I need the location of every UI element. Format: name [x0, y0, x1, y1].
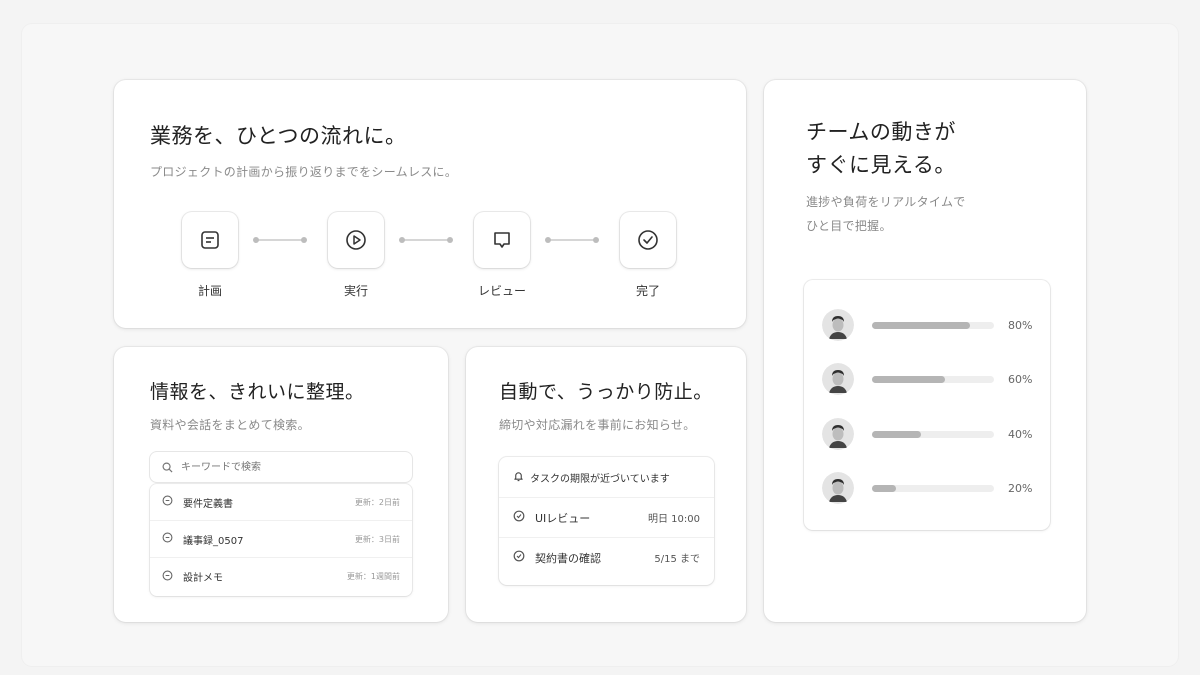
- search-icon: [162, 458, 173, 477]
- progress-label: 60%: [1008, 372, 1033, 386]
- file-icon: [162, 532, 173, 546]
- task-name: UIレビュー: [535, 511, 591, 525]
- chat-bubble-icon: [474, 212, 530, 268]
- play-icon: [328, 212, 384, 268]
- workflow-card: 業務を、ひとつの流れに。 プロジェクトの計画から振り返りまでをシームレスに。 計…: [114, 80, 746, 328]
- list-item[interactable]: 議事録_0507 更新：3日前: [150, 521, 412, 558]
- document-name: 設計メモ: [183, 573, 223, 584]
- progress-fill: [872, 430, 921, 438]
- progress-label: 80%: [1008, 318, 1033, 332]
- task-name: 契約書の確認: [535, 551, 601, 565]
- progress-label: 40%: [1008, 427, 1033, 441]
- task-due: 5/15 まで: [654, 554, 700, 565]
- member-row[interactable]: 80%: [822, 308, 1036, 342]
- step-review[interactable]: レビュー: [462, 212, 542, 299]
- notice-title: タスクの期限が近づいています: [530, 473, 670, 485]
- team-progress-list: 80% 60% 40% 20%: [804, 280, 1050, 530]
- deadline-notice: タスクの期限が近づいています UIレビュー 明日 10:00 契約書の確認 5/…: [499, 457, 714, 585]
- avatar: [822, 309, 854, 341]
- list-item[interactable]: 要件定義書 更新：2日前: [150, 484, 412, 521]
- team-card: チームの動きが すぐに見える。 進捗や負荷をリアルタイムで ひと目で把握。 80…: [764, 80, 1086, 622]
- step-execute[interactable]: 実行: [316, 212, 396, 299]
- progress-label: 20%: [1008, 481, 1033, 495]
- member-row[interactable]: 60%: [822, 362, 1036, 396]
- step-complete[interactable]: 完了: [608, 212, 688, 299]
- document-list: 要件定義書 更新：2日前 議事録_0507 更新：3日前 設計メモ 更新：1週間…: [150, 484, 412, 596]
- task-item[interactable]: UIレビュー 明日 10:00: [499, 497, 714, 537]
- file-icon: [162, 570, 173, 584]
- search-input[interactable]: [179, 460, 383, 474]
- task-item[interactable]: 契約書の確認 5/15 まで: [499, 537, 714, 577]
- progress-bar: [872, 484, 994, 492]
- member-row[interactable]: 20%: [822, 471, 1036, 505]
- team-title-line: チームの動きが: [806, 120, 956, 144]
- task-due: 明日 10:00: [648, 514, 700, 525]
- document-icon: [182, 212, 238, 268]
- document-updated: 更新：2日前: [354, 497, 400, 507]
- search-box[interactable]: [150, 452, 412, 482]
- task-check-icon: [513, 550, 525, 565]
- progress-fill: [872, 321, 970, 329]
- automation-card: 自動で、うっかり防止。 締切や対応漏れを事前にお知らせ。 タスクの期限が近づいて…: [466, 347, 746, 622]
- step-label: 完了: [635, 284, 660, 298]
- workflow-subtitle: プロジェクトの計画から振り返りまでをシームレスに。: [150, 165, 458, 179]
- team-subtitle-line: 進捗や負荷をリアルタイムで: [806, 195, 966, 209]
- document-name: 要件定義書: [183, 498, 233, 510]
- workflow-title: 業務を、ひとつの流れに。: [150, 124, 407, 148]
- task-check-icon: [513, 510, 525, 525]
- step-label: レビュー: [477, 284, 526, 298]
- automation-subtitle: 締切や対応漏れを事前にお知らせ。: [499, 418, 696, 432]
- list-item[interactable]: 設計メモ 更新：1週間前: [150, 558, 412, 595]
- team-subtitle-line: ひと目で把握。: [806, 219, 892, 233]
- check-circle-icon: [620, 212, 676, 268]
- step-label: 計画: [197, 284, 222, 298]
- step-plan[interactable]: 計画: [170, 212, 250, 299]
- info-card: 情報を、きれいに整理。 資料や会話をまとめて検索。 要件定義書 更新：2日前 議…: [114, 347, 448, 622]
- progress-fill: [872, 484, 897, 492]
- avatar: [822, 418, 854, 450]
- progress-fill: [872, 375, 946, 383]
- step-connector: [399, 237, 453, 243]
- workflow-steps: 計画 実行 レビュー 完了: [170, 212, 690, 302]
- avatar: [822, 472, 854, 504]
- team-title-line: すぐに見える。: [806, 153, 956, 177]
- team-subtitle: 進捗や負荷をリアルタイムで ひと目で把握。: [806, 190, 966, 238]
- info-title: 情報を、きれいに整理。: [150, 381, 365, 403]
- notice-header: タスクの期限が近づいています: [499, 457, 714, 497]
- progress-bar: [872, 430, 994, 438]
- bell-icon: [513, 470, 524, 485]
- file-icon: [162, 495, 173, 509]
- document-updated: 更新：1週間前: [346, 572, 400, 581]
- step-connector: [545, 237, 599, 243]
- automation-title: 自動で、うっかり防止。: [499, 381, 713, 403]
- progress-bar: [872, 321, 994, 329]
- document-name: 議事録_0507: [183, 535, 244, 547]
- info-subtitle: 資料や会話をまとめて検索。: [150, 418, 310, 432]
- team-title: チームの動きが すぐに見える。: [806, 116, 956, 182]
- avatar: [822, 363, 854, 395]
- member-row[interactable]: 40%: [822, 417, 1036, 451]
- step-label: 実行: [343, 284, 368, 298]
- progress-bar: [872, 375, 994, 383]
- step-connector: [253, 237, 307, 243]
- document-updated: 更新：3日前: [354, 534, 400, 544]
